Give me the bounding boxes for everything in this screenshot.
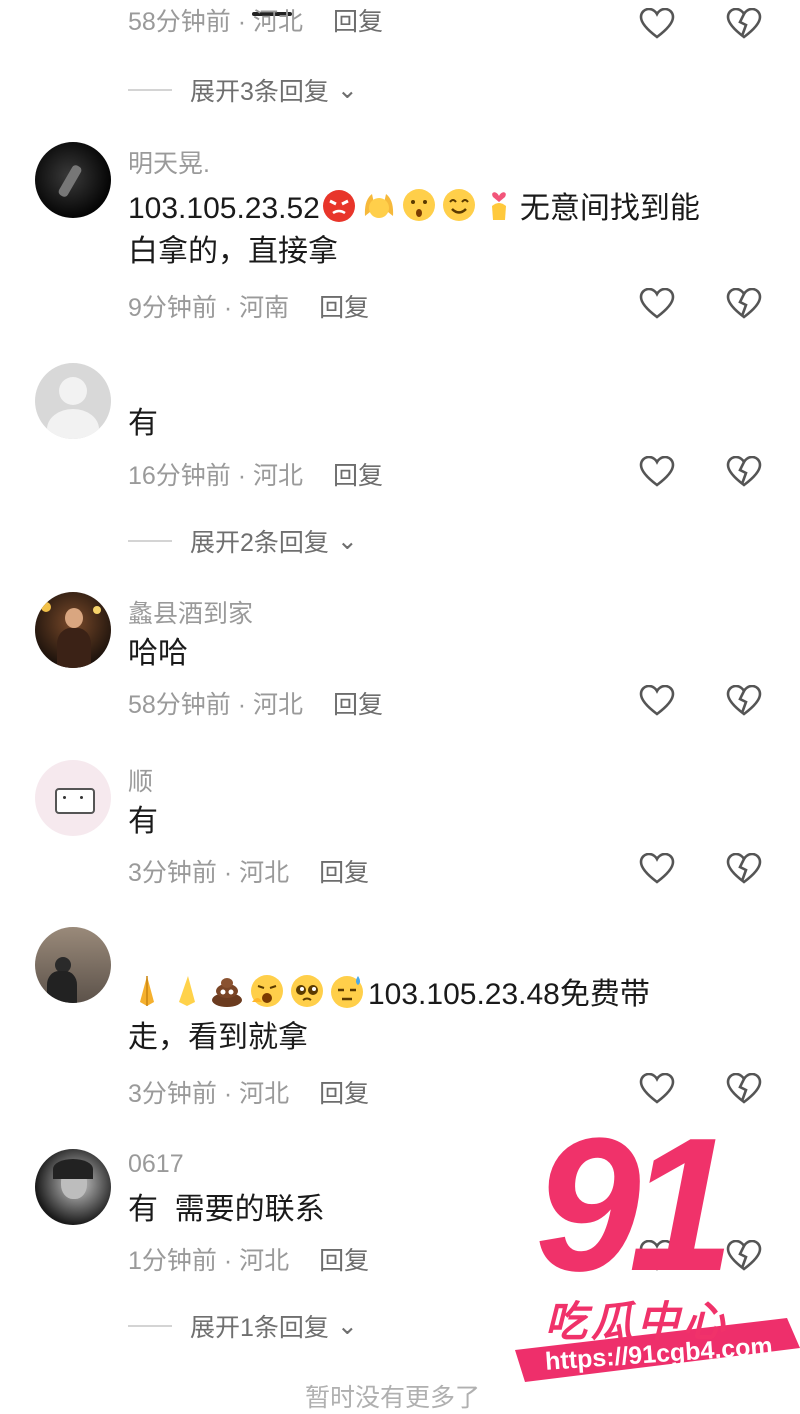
comment-author[interactable]: 明天晃.	[128, 144, 210, 180]
folded-hands-icon	[140, 976, 154, 1006]
chevron-down-icon: ⌄	[336, 1312, 358, 1340]
dislike-icon[interactable]	[726, 685, 762, 717]
yawning-face-icon	[251, 975, 283, 1007]
face-with-open-eyes-icon	[402, 189, 435, 221]
comment-author[interactable]: 顺	[128, 762, 153, 798]
comment-author[interactable]: 蠡县酒到家	[128, 594, 253, 630]
expand-replies[interactable]: 展开1条回复 ⌄	[128, 1308, 358, 1344]
divider	[128, 540, 172, 542]
like-icon[interactable]	[639, 8, 675, 40]
reply-button[interactable]: 回复	[319, 859, 369, 887]
expand-label: 展开1条回复	[190, 1314, 329, 1342]
dislike-icon[interactable]	[726, 8, 762, 40]
reply-button[interactable]: 回复	[319, 294, 369, 322]
dislike-icon[interactable]	[726, 853, 762, 885]
comment-meta: 1分钟前 · 河北 回复	[128, 1247, 370, 1275]
avatar[interactable]	[35, 592, 111, 668]
comment-time: 58分钟前	[128, 8, 231, 36]
divider	[128, 1325, 172, 1327]
like-icon[interactable]	[639, 685, 675, 717]
like-icon[interactable]	[639, 456, 675, 488]
pleading-face-icon	[291, 975, 323, 1007]
comment-meta: 3分钟前 · 河北 回复	[128, 1080, 370, 1108]
comment-text: 有	[128, 407, 158, 440]
raising-hands-icon	[364, 194, 393, 218]
divider	[128, 89, 172, 91]
comment-meta: 3分钟前 · 河北 回复	[128, 859, 370, 887]
avatar[interactable]	[35, 142, 111, 218]
expand-replies[interactable]: 展开3条回复 ⌄	[128, 72, 358, 108]
pile-of-poo-icon	[212, 978, 242, 1007]
comment-text: 103.105.23.48免费带 走，看到就拿	[128, 972, 778, 1059]
avatar[interactable]	[35, 363, 111, 439]
reply-button[interactable]: 回复	[333, 8, 383, 36]
comment-author[interactable]: 0617	[128, 1150, 184, 1179]
reply-button[interactable]: 回复	[319, 1080, 369, 1108]
expand-replies[interactable]: 展开2条回复 ⌄	[128, 523, 358, 559]
reply-button[interactable]: 回复	[319, 1247, 369, 1275]
folded-hands-light-icon	[179, 976, 195, 1006]
reply-button[interactable]: 回复	[333, 691, 383, 719]
logo-number: 91	[535, 1099, 734, 1311]
no-more-text: 暂时没有更多了	[305, 1384, 481, 1412]
comment-text: 103.105.23.52 无意间找到能 白拿的，直接拿	[128, 186, 778, 273]
comment-text: 哈哈	[128, 637, 188, 670]
comment-meta: 58分钟前 · 河北 回复	[128, 691, 384, 719]
chevron-down-icon: ⌄	[336, 527, 358, 555]
dislike-icon[interactable]	[726, 1073, 762, 1105]
smiling-face-icon	[442, 189, 475, 221]
comment-meta: 58分钟前 · 河北 回复	[128, 8, 384, 36]
expand-label: 展开3条回复	[190, 78, 329, 106]
downcast-sweat-face-icon	[331, 976, 363, 1008]
finger-heart-icon	[491, 192, 506, 220]
reply-button[interactable]: 回复	[333, 462, 383, 490]
angry-face-icon	[322, 190, 355, 222]
avatar[interactable]	[35, 1149, 111, 1225]
comment-meta: 9分钟前 · 河南 回复	[128, 294, 370, 322]
like-icon[interactable]	[639, 288, 675, 320]
dislike-icon[interactable]	[726, 456, 762, 488]
dislike-icon[interactable]	[726, 288, 762, 320]
comment-text: 有	[128, 805, 158, 838]
chevron-down-icon: ⌄	[336, 76, 358, 104]
expand-label: 展开2条回复	[190, 529, 329, 557]
comment-meta: 16分钟前 · 河北 回复	[128, 462, 384, 490]
avatar[interactable]	[35, 760, 111, 836]
like-icon[interactable]	[639, 853, 675, 885]
avatar[interactable]	[35, 927, 111, 1003]
comment-location: 河北	[253, 8, 304, 36]
watermark-logo: 91 吃瓜中心 https://91cgb4.com	[515, 1110, 800, 1391]
